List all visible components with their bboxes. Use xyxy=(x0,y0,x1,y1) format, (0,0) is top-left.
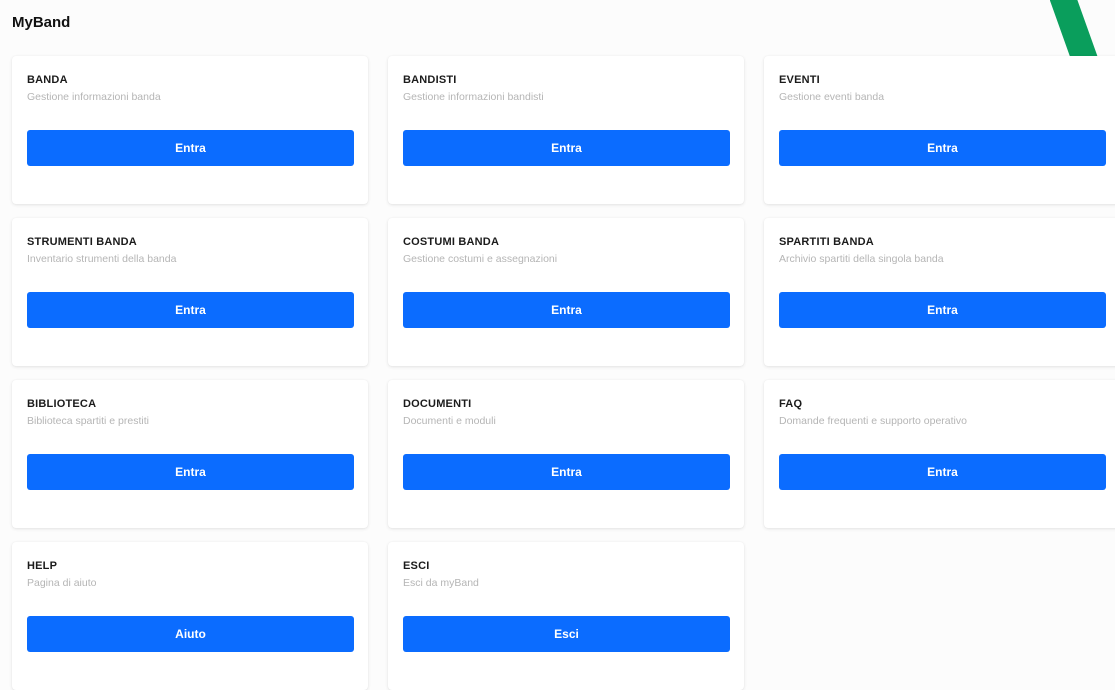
card-title: SPARTITI BANDA xyxy=(779,236,874,248)
card-description: Documenti e moduli xyxy=(403,415,496,427)
card-description: Esci da myBand xyxy=(403,577,479,589)
card-title: FAQ xyxy=(779,398,803,410)
strumenti-banda-enter-button[interactable]: Entra xyxy=(27,292,354,328)
card-banda: BANDA Gestione informazioni banda Entra xyxy=(12,56,368,204)
bandisti-enter-button[interactable]: Entra xyxy=(403,130,730,166)
banda-enter-button[interactable]: Entra xyxy=(27,130,354,166)
help-button[interactable]: Aiuto xyxy=(27,616,354,652)
card-title: DOCUMENTI xyxy=(403,398,472,410)
documenti-enter-button[interactable]: Entra xyxy=(403,454,730,490)
card-title: BANDISTI xyxy=(403,74,457,86)
costumi-banda-enter-button[interactable]: Entra xyxy=(403,292,730,328)
card-biblioteca: BIBLIOTECA Biblioteca spartiti e prestit… xyxy=(12,380,368,528)
card-strumenti-banda: STRUMENTI BANDA Inventario strumenti del… xyxy=(12,218,368,366)
card-description: Gestione informazioni banda xyxy=(27,91,161,103)
card-description: Inventario strumenti della banda xyxy=(27,253,177,265)
card-title: BANDA xyxy=(27,74,68,86)
card-costumi-banda: COSTUMI BANDA Gestione costumi e assegna… xyxy=(388,218,744,366)
card-bandisti: BANDISTI Gestione informazioni bandisti … xyxy=(388,56,744,204)
card-description: Gestione eventi banda xyxy=(779,91,885,103)
spartiti-banda-enter-button[interactable]: Entra xyxy=(779,292,1106,328)
card-title: HELP xyxy=(27,560,58,572)
card-spartiti-banda: SPARTITI BANDA Archivio spartiti della s… xyxy=(764,218,1115,366)
faq-enter-button[interactable]: Entra xyxy=(779,454,1106,490)
card-description: Gestione costumi e assegnazioni xyxy=(403,253,558,265)
biblioteca-enter-button[interactable]: Entra xyxy=(27,454,354,490)
logout-button[interactable]: Esci xyxy=(403,616,730,652)
card-title: ESCI xyxy=(403,560,430,572)
card-description: Domande frequenti e supporto operativo xyxy=(779,415,967,427)
module-grid: BANDA Gestione informazioni banda Entra … xyxy=(12,56,1115,690)
card-description: Archivio spartiti della singola banda xyxy=(779,253,944,265)
card-title: COSTUMI BANDA xyxy=(403,236,500,248)
card-faq: FAQ Domande frequenti e supporto operati… xyxy=(764,380,1115,528)
card-documenti: DOCUMENTI Documenti e moduli Entra xyxy=(388,380,744,528)
card-title: EVENTI xyxy=(779,74,820,86)
card-help: HELP Pagina di aiuto Aiuto xyxy=(12,542,368,690)
eventi-enter-button[interactable]: Entra xyxy=(779,130,1106,166)
card-description: Biblioteca spartiti e prestiti xyxy=(27,415,149,427)
card-eventi: EVENTI Gestione eventi banda Entra xyxy=(764,56,1115,204)
app-title: MyBand xyxy=(12,14,71,31)
card-description: Pagina di aiuto xyxy=(27,577,97,589)
card-title: STRUMENTI BANDA xyxy=(27,236,137,248)
card-title: BIBLIOTECA xyxy=(27,398,97,410)
card-esci: ESCI Esci da myBand Esci xyxy=(388,542,744,690)
card-description: Gestione informazioni bandisti xyxy=(403,91,544,103)
